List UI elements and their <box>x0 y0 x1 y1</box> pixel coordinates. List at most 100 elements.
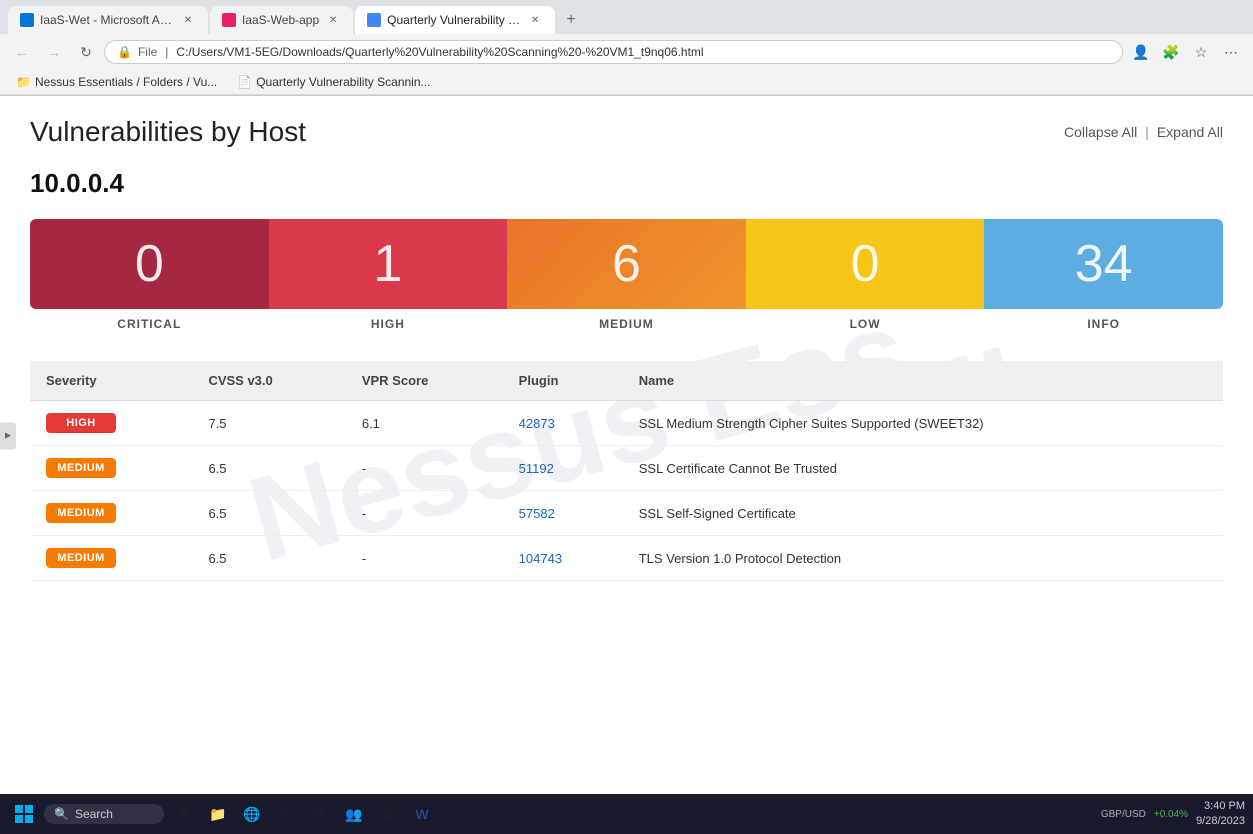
page-title: Vulnerabilities by Host <box>30 116 306 148</box>
taskbar-file-explorer[interactable]: 📁 <box>202 798 234 830</box>
cell-plugin-2[interactable]: 57582 <box>503 491 623 536</box>
cell-plugin-0[interactable]: 42873 <box>503 401 623 446</box>
cell-severity-1: MEDIUM <box>30 446 192 491</box>
currency-label: GBP/USD <box>1101 809 1146 820</box>
score-info-value: 34 <box>1075 234 1133 294</box>
taskbar-word[interactable]: W <box>406 798 438 830</box>
start-button[interactable] <box>8 798 40 830</box>
col-severity: Severity <box>30 361 192 401</box>
plugin-link-3[interactable]: 104743 <box>519 551 562 566</box>
tab-favicon-azure <box>20 13 34 27</box>
left-arrow[interactable]: ► <box>0 423 16 450</box>
plugin-link-1[interactable]: 51192 <box>519 461 554 476</box>
tab-close-vuln[interactable]: ✕ <box>527 12 543 28</box>
cell-plugin-1[interactable]: 51192 <box>503 446 623 491</box>
extensions-button[interactable]: 🧩 <box>1157 38 1185 66</box>
cell-vpr-0: 6.1 <box>346 401 503 446</box>
score-card-medium: 6 MEDIUM <box>507 219 746 331</box>
taskbar-settings[interactable]: ⚙ <box>372 798 404 830</box>
cell-name-1: SSL Certificate Cannot Be Trusted <box>623 446 1223 491</box>
bookmark-nessus-label: Nessus Essentials / Folders / Vu... <box>35 75 217 89</box>
severity-badge-3: MEDIUM <box>46 548 116 568</box>
plugin-link-2[interactable]: 57582 <box>519 506 555 521</box>
search-label: Search <box>75 807 113 821</box>
currency-value: +0.04% <box>1154 809 1188 820</box>
clock-date: 9/28/2023 <box>1196 814 1245 829</box>
tab-favicon-vuln <box>367 13 381 27</box>
tab-vuln[interactable]: Quarterly Vulnerability Scannin... ✕ <box>355 6 555 34</box>
reload-button[interactable]: ↻ <box>72 38 100 66</box>
address-separator: | <box>165 45 168 59</box>
score-card-info: 34 INFO <box>984 219 1223 331</box>
address-prefix: File <box>138 45 157 59</box>
score-card-box-high: 1 <box>269 219 508 309</box>
score-cards: 0 CRITICAL 1 HIGH 6 MEDIUM 0 LOW <box>30 219 1223 331</box>
taskbar-mail[interactable]: ✉ <box>270 798 302 830</box>
score-low-label: LOW <box>850 317 881 331</box>
cell-severity-3: MEDIUM <box>30 536 192 581</box>
taskbar-task-view[interactable]: ⊞ <box>168 798 200 830</box>
taskbar-icons: ⊞ 📁 🌐 ✉ 🛍 👥 ⚙ W <box>168 798 438 830</box>
severity-badge-1: MEDIUM <box>46 458 116 478</box>
score-critical-value: 0 <box>135 234 164 294</box>
expand-all-link[interactable]: Expand All <box>1157 124 1223 140</box>
score-info-label: INFO <box>1087 317 1120 331</box>
col-plugin: Plugin <box>503 361 623 401</box>
bookmark-nessus[interactable]: 📁 Nessus Essentials / Folders / Vu... <box>8 73 225 91</box>
tab-favicon-web <box>222 13 236 27</box>
taskbar-store[interactable]: 🛍 <box>304 798 336 830</box>
table-row: MEDIUM 6.5 - 57582 SSL Self-Signed Certi… <box>30 491 1223 536</box>
score-card-low: 0 LOW <box>746 219 985 331</box>
bookmark-nessus-icon: 📁 <box>16 75 31 89</box>
address-bar-row: ← → ↻ 🔒 File | C:/Users/VM1-5EG/Download… <box>0 34 1253 70</box>
page-header: Vulnerabilities by Host Collapse All | E… <box>30 116 1223 148</box>
tab-azure[interactable]: IaaS-Wet - Microsoft Azure ✕ <box>8 6 208 34</box>
tab-title-azure: IaaS-Wet - Microsoft Azure <box>40 13 174 27</box>
score-medium-label: MEDIUM <box>599 317 654 331</box>
tab-web-app[interactable]: IaaS-Web-app ✕ <box>210 6 353 34</box>
windows-icon <box>15 805 33 823</box>
taskbar-tray: GBP/USD +0.04% 3:40 PM 9/28/2023 <box>1101 799 1245 830</box>
taskbar-search[interactable]: 🔍 Search <box>44 804 164 824</box>
back-button[interactable]: ← <box>8 38 36 66</box>
header-divider: | <box>1145 124 1149 140</box>
cell-vpr-1: - <box>346 446 503 491</box>
search-icon: 🔍 <box>54 807 69 821</box>
score-high-label: HIGH <box>371 317 405 331</box>
taskbar-teams[interactable]: 👥 <box>338 798 370 830</box>
tab-bar: IaaS-Wet - Microsoft Azure ✕ IaaS-Web-ap… <box>0 0 1253 34</box>
tab-close-azure[interactable]: ✕ <box>180 12 196 28</box>
plugin-link-0[interactable]: 42873 <box>519 416 555 431</box>
severity-badge-2: MEDIUM <box>46 503 116 523</box>
cell-cvss-2: 6.5 <box>192 491 345 536</box>
cell-name-0: SSL Medium Strength Cipher Suites Suppor… <box>623 401 1223 446</box>
cell-name-3: TLS Version 1.0 Protocol Detection <box>623 536 1223 581</box>
taskbar-edge[interactable]: 🌐 <box>236 798 268 830</box>
cell-severity-0: HIGH <box>30 401 192 446</box>
bookmark-quarterly[interactable]: 📄 Quarterly Vulnerability Scannin... <box>229 73 438 91</box>
cell-cvss-1: 6.5 <box>192 446 345 491</box>
new-tab-button[interactable]: + <box>557 6 585 34</box>
tab-title-vuln: Quarterly Vulnerability Scannin... <box>387 13 521 27</box>
vuln-table-header-row: Severity CVSS v3.0 VPR Score Plugin Name <box>30 361 1223 401</box>
score-card-box-medium: 6 <box>507 219 746 309</box>
score-medium-value: 6 <box>612 234 641 294</box>
host-ip: 10.0.0.4 <box>30 168 1223 199</box>
settings-button[interactable]: ⋯ <box>1217 38 1245 66</box>
profile-button[interactable]: 👤 <box>1127 38 1155 66</box>
favorites-button[interactable]: ☆ <box>1187 38 1215 66</box>
tab-title-web: IaaS-Web-app <box>242 13 319 27</box>
host-section: 10.0.0.4 0 CRITICAL 1 HIGH 6 MEDIUM <box>30 168 1223 581</box>
cell-plugin-3[interactable]: 104743 <box>503 536 623 581</box>
address-bar[interactable]: 🔒 File | C:/Users/VM1-5EG/Downloads/Quar… <box>104 40 1123 64</box>
tab-close-web[interactable]: ✕ <box>325 12 341 28</box>
header-actions: Collapse All | Expand All <box>1064 124 1223 140</box>
cell-cvss-0: 7.5 <box>192 401 345 446</box>
score-high-value: 1 <box>373 234 402 294</box>
collapse-all-link[interactable]: Collapse All <box>1064 124 1137 140</box>
bookmark-bar: 📁 Nessus Essentials / Folders / Vu... 📄 … <box>0 70 1253 95</box>
score-card-box-critical: 0 <box>30 219 269 309</box>
score-card-critical: 0 CRITICAL <box>30 219 269 331</box>
forward-button[interactable]: → <box>40 38 68 66</box>
cell-cvss-3: 6.5 <box>192 536 345 581</box>
